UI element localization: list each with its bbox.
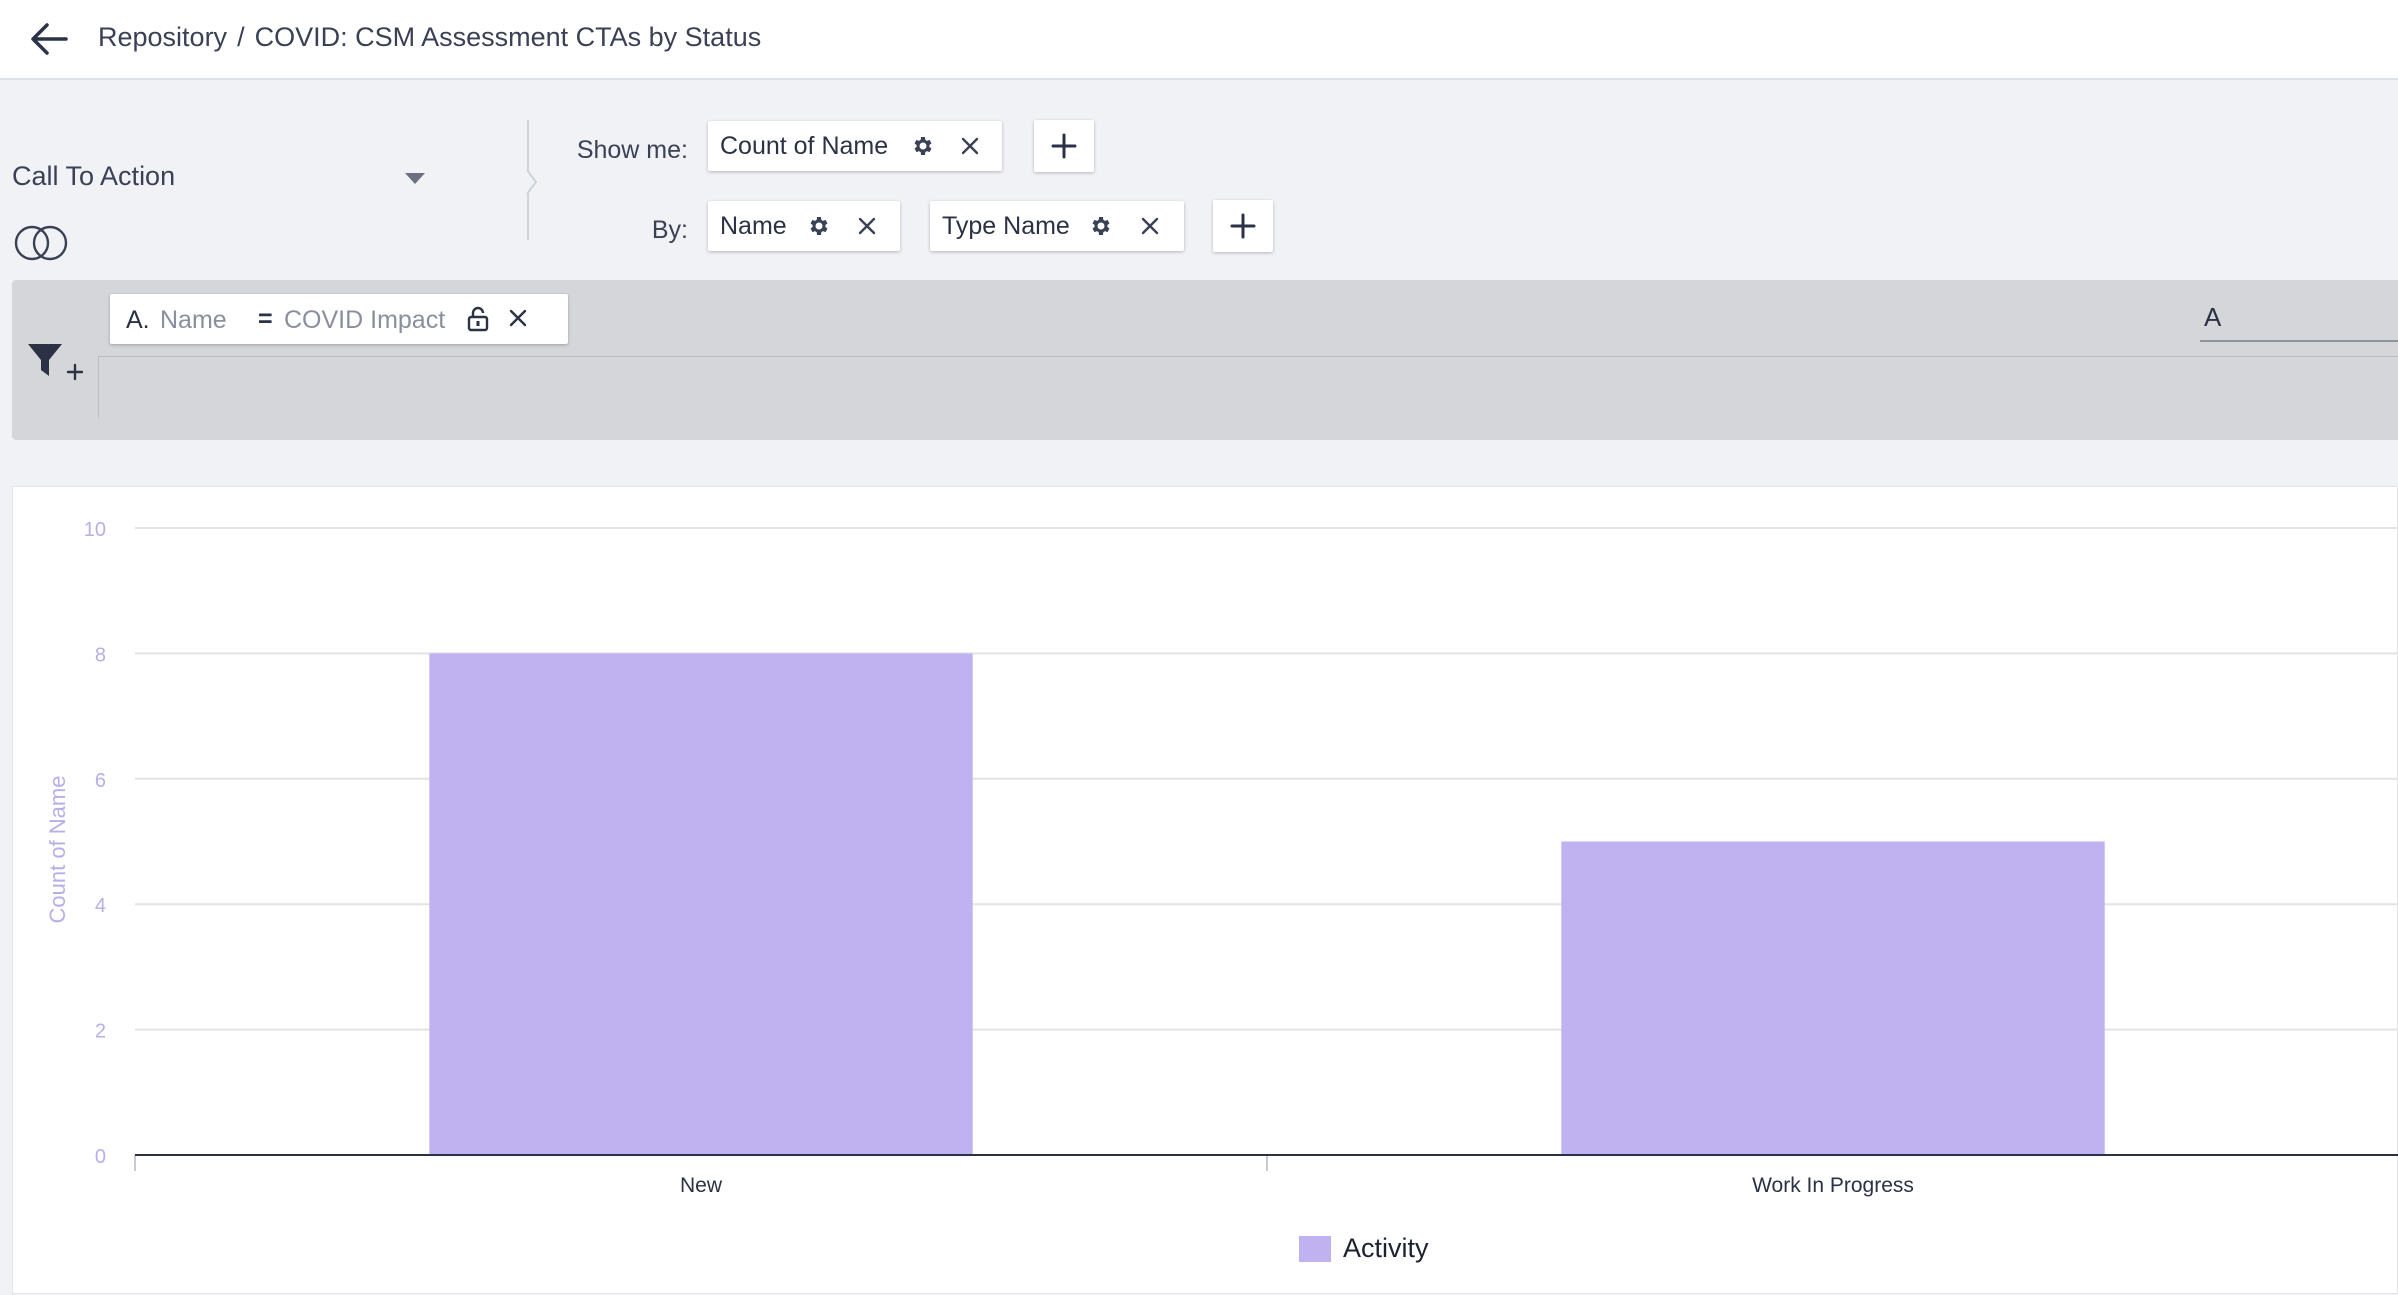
unlock-icon[interactable] — [466, 306, 490, 332]
legend-label: Activity — [1343, 1233, 1429, 1263]
filter-value: COVID Impact — [284, 306, 446, 334]
gear-icon[interactable] — [1088, 214, 1112, 238]
y-tick-label: 4 — [95, 895, 106, 917]
filter-chip[interactable]: A. Name = COVID Impact — [110, 294, 568, 344]
caret-down-icon[interactable] — [404, 172, 426, 186]
page-title: COVID: CSM Assessment CTAs by Status — [254, 22, 762, 52]
x-tick-label: Work In Progress — [1752, 1174, 1914, 1197]
divider-notch — [526, 170, 538, 194]
y-axis-title: Count of Name — [45, 776, 70, 924]
filter-divider — [98, 356, 2398, 357]
chart-card: 0 2 4 6 8 10 Count of Name New Work In Progress … — [12, 486, 2398, 1294]
filter-panel: A. Name = COVID Impact — [12, 280, 2398, 440]
bar — [429, 653, 973, 1155]
dimension-pill-name[interactable]: Name — [708, 201, 900, 251]
measure-pill-label: Count of Name — [720, 131, 889, 160]
close-icon[interactable] — [1140, 216, 1160, 236]
gear-icon[interactable] — [910, 134, 934, 158]
measure-pill[interactable]: Count of Name — [708, 121, 1002, 171]
close-icon[interactable] — [857, 216, 877, 236]
close-icon[interactable] — [508, 308, 528, 328]
plus-icon — [1230, 213, 1256, 239]
venn-join-icon[interactable] — [12, 224, 70, 262]
filter-operator: = — [258, 305, 273, 333]
arrow-left-icon — [31, 23, 68, 55]
plus-icon — [1051, 133, 1077, 159]
add-dimension-button[interactable] — [1213, 200, 1273, 252]
bar — [1561, 841, 2105, 1155]
top-bar: Repository / COVID: CSM Assessment CTAs by… — [0, 0, 2398, 80]
dimension-pill-label: Name — [720, 211, 787, 240]
dimension-pill-label: Type Name — [942, 211, 1070, 240]
filter-letter: A. — [126, 306, 150, 334]
legend-swatch — [1299, 1235, 1331, 1262]
x-tick-label: New — [680, 1174, 723, 1197]
y-tick-label: 2 — [95, 1021, 106, 1043]
filter-field: Name — [160, 306, 227, 334]
filter-divider — [98, 356, 99, 418]
y-tick-label: 0 — [95, 1146, 106, 1168]
y-tick-label: 6 — [95, 770, 106, 792]
back-button[interactable] — [28, 20, 70, 58]
dimension-pill-type-name[interactable]: Type Name — [930, 201, 1184, 251]
filter-logic-input[interactable] — [2200, 294, 2398, 342]
y-tick-label: 8 — [95, 644, 106, 666]
add-measure-button[interactable] — [1034, 120, 1094, 172]
add-filter-icon[interactable] — [26, 340, 86, 386]
breadcrumb: Repository / COVID: CSM Assessment CTAs by… — [98, 22, 761, 53]
y-tick-label: 10 — [84, 519, 106, 541]
gear-icon[interactable] — [806, 214, 830, 238]
breadcrumb-separator: / — [237, 22, 245, 52]
close-icon[interactable] — [960, 136, 980, 156]
breadcrumb-repository-link[interactable]: Repository — [98, 22, 227, 52]
source-object-label: Call To Action — [12, 161, 176, 191]
bar-chart: 0 2 4 6 8 10 Count of Name New Work In Progress — [45, 519, 2398, 1197]
by-label: By: — [651, 216, 688, 244]
legend-item[interactable]: Activity — [1299, 1233, 1429, 1264]
show-me-label: Show me: — [576, 136, 688, 164]
